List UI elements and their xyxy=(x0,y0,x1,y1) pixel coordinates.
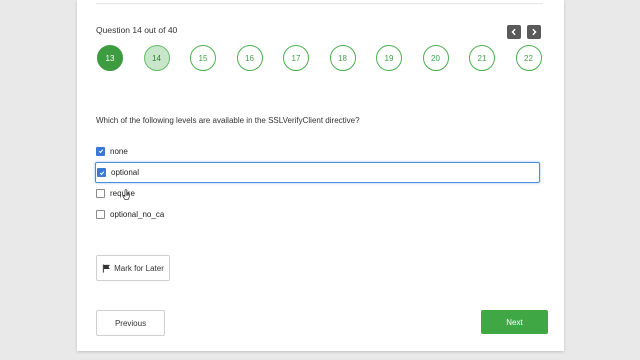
next-label: Next xyxy=(506,317,523,327)
option-none[interactable]: none xyxy=(96,142,540,160)
checkbox-unchecked[interactable] xyxy=(96,188,105,198)
question-counter: Question 14 out of 40 xyxy=(96,25,178,35)
option-optional[interactable]: optional xyxy=(95,162,540,183)
mark-for-later-button[interactable]: Mark for Later xyxy=(96,255,170,281)
mark-for-later-label: Mark for Later xyxy=(114,263,164,273)
checkbox-unchecked[interactable] xyxy=(96,209,105,219)
previous-button[interactable]: Previous xyxy=(96,310,165,336)
question-circle-20[interactable]: 20 xyxy=(422,45,449,71)
next-button[interactable]: Next xyxy=(481,310,548,334)
chevron-left-icon xyxy=(511,28,516,36)
question-circle-21[interactable]: 21 xyxy=(469,45,495,71)
question-circle-13[interactable]: 13 xyxy=(97,45,123,71)
question-circle-22[interactable]: 22 xyxy=(515,45,542,71)
check-icon xyxy=(99,170,104,175)
question-navigator: 13 14 15 16 17 18 19 20 21 22 xyxy=(97,45,542,71)
question-circle-18[interactable]: 18 xyxy=(329,45,356,71)
question-circle-15[interactable]: 15 xyxy=(190,45,216,71)
check-icon xyxy=(98,149,103,154)
question-circle-16[interactable]: 16 xyxy=(236,45,263,71)
next-question-button[interactable] xyxy=(527,25,541,39)
question-circle-17[interactable]: 17 xyxy=(283,45,309,71)
question-circle-14[interactable]: 14 xyxy=(143,45,170,71)
previous-label: Previous xyxy=(114,318,147,328)
checkbox-checked[interactable] xyxy=(96,146,105,156)
quiz-card: Question 14 out of 40 13 14 15 16 17 18 … xyxy=(77,0,564,351)
option-label: require xyxy=(110,188,135,198)
flag-icon xyxy=(102,263,111,273)
option-require[interactable]: require xyxy=(96,184,540,202)
option-label: optional xyxy=(111,168,140,177)
option-label: optional_no_ca xyxy=(110,209,165,219)
option-optional-no-ca[interactable]: optional_no_ca xyxy=(96,205,540,223)
prev-question-button[interactable] xyxy=(507,25,521,39)
chevron-right-icon xyxy=(532,28,537,36)
option-label: none xyxy=(110,146,128,156)
divider xyxy=(96,3,543,4)
question-text: Which of the following levels are availa… xyxy=(96,116,360,125)
question-circle-19[interactable]: 19 xyxy=(376,45,402,71)
checkbox-checked[interactable] xyxy=(97,168,106,177)
